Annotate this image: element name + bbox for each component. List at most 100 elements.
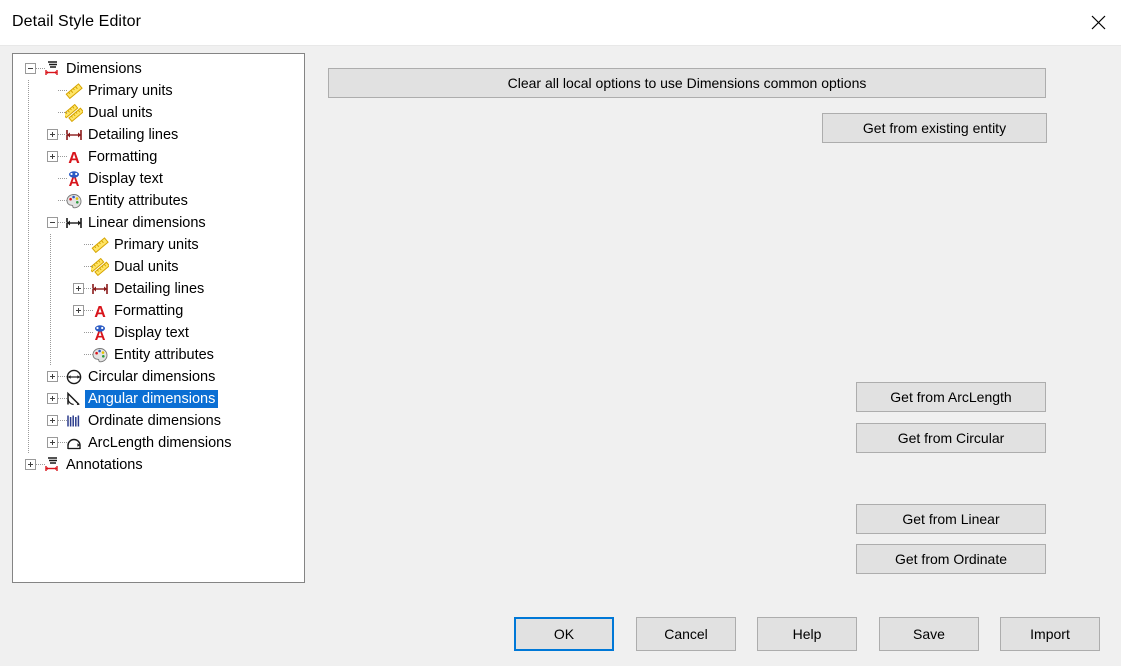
- tree-connector: [58, 222, 67, 223]
- tree-item-circular-dimensions[interactable]: Circular dimensions: [13, 366, 304, 388]
- tree-item-label: Display text: [114, 325, 189, 341]
- tree-item-primary-units[interactable]: Primary units: [13, 234, 304, 256]
- tree-indent: [13, 146, 43, 168]
- expand-box[interactable]: [47, 437, 58, 448]
- tree-item-label: ArcLength dimensions: [88, 435, 232, 451]
- tree-indent: [13, 190, 43, 212]
- tree-guide-line: [50, 322, 51, 344]
- tree-item-label: Detailing lines: [114, 281, 205, 297]
- detailing-lines-icon: [63, 124, 85, 146]
- tree-connector: [58, 134, 67, 135]
- expand-icon[interactable]: [69, 278, 93, 300]
- tree-item-label: Dimensions: [66, 61, 142, 77]
- tree-item-display-text[interactable]: A Display text: [13, 322, 304, 344]
- tree-indent: [13, 124, 43, 146]
- ordinate-dimensions-icon: [63, 410, 85, 432]
- expand-icon[interactable]: [43, 124, 67, 146]
- expand-icon[interactable]: [21, 454, 45, 476]
- get-from-existing-entity-button[interactable]: Get from existing entity: [822, 113, 1047, 143]
- tree-item-detailing-lines[interactable]: Detailing lines: [13, 124, 304, 146]
- get-from-ordinate-button[interactable]: Get from Ordinate: [856, 544, 1046, 574]
- tree-leaf-connector: [43, 168, 67, 190]
- tree-indent: [13, 432, 43, 454]
- tree-item-formatting[interactable]: A Formatting: [13, 146, 304, 168]
- clear-all-local-options-button[interactable]: Clear all local options to use Dimension…: [328, 68, 1046, 98]
- window-title: Detail Style Editor: [12, 13, 142, 30]
- expand-icon[interactable]: [43, 432, 67, 454]
- expand-icon[interactable]: [69, 300, 93, 322]
- tree-item-label: Dual units: [88, 105, 153, 121]
- tree-connector: [84, 266, 93, 267]
- tree-item-label: Primary units: [88, 83, 173, 99]
- collapse-icon[interactable]: [21, 58, 45, 80]
- arclength-dimensions-icon: [63, 432, 85, 454]
- tree-guide-line: [50, 256, 51, 278]
- collapse-icon[interactable]: [43, 212, 67, 234]
- close-button[interactable]: [1075, 0, 1121, 44]
- cancel-button[interactable]: Cancel: [636, 617, 736, 651]
- get-from-circular-button[interactable]: Get from Circular: [856, 423, 1046, 453]
- tree-item-linear-dimensions[interactable]: Linear dimensions: [13, 212, 304, 234]
- tree-item-dual-units[interactable]: Dual units: [13, 102, 304, 124]
- expand-box[interactable]: [47, 393, 58, 404]
- expand-box[interactable]: [47, 371, 58, 382]
- close-icon: [1091, 15, 1105, 29]
- expand-box[interactable]: [25, 459, 36, 470]
- tree-item-angular-dimensions[interactable]: Angular dimensions: [13, 388, 304, 410]
- tree-guide-line: [28, 366, 29, 388]
- collapse-box[interactable]: [47, 217, 58, 228]
- tree-guide-line: [50, 234, 51, 256]
- angular-dimensions-icon: [63, 388, 85, 410]
- help-button[interactable]: Help: [757, 617, 857, 651]
- expand-icon[interactable]: [43, 410, 67, 432]
- tree-connector: [58, 376, 67, 377]
- tree-leaf-connector: [69, 256, 93, 278]
- tree-connector: [84, 288, 93, 289]
- expand-icon[interactable]: [43, 146, 67, 168]
- ok-button[interactable]: OK: [514, 617, 614, 651]
- get-from-linear-button[interactable]: Get from Linear: [856, 504, 1046, 534]
- style-tree-panel[interactable]: Dimensions Primary units Dual units Detaili…: [12, 53, 305, 583]
- expand-box[interactable]: [47, 415, 58, 426]
- tree-item-dimensions[interactable]: Dimensions: [13, 58, 304, 80]
- get-from-arclength-button[interactable]: Get from ArcLength: [856, 382, 1046, 412]
- collapse-box[interactable]: [25, 63, 36, 74]
- tree-guide-line: [28, 234, 29, 256]
- formatting-a-icon: A: [63, 146, 85, 168]
- tree-guide-line: [28, 300, 29, 322]
- expand-icon[interactable]: [43, 388, 67, 410]
- tree-item-label: Formatting: [88, 149, 158, 165]
- tree-guide-line: [28, 124, 29, 146]
- tree-guide-line: [28, 322, 29, 344]
- tree-item-annotations[interactable]: Annotations: [13, 454, 304, 476]
- formatting-a-icon: A: [89, 300, 111, 322]
- tree-item-label: Ordinate dimensions: [88, 413, 221, 429]
- tree-item-label: Entity attributes: [114, 347, 214, 363]
- tree-item-primary-units[interactable]: Primary units: [13, 80, 304, 102]
- save-button[interactable]: Save: [879, 617, 979, 651]
- tree-item-label: Linear dimensions: [88, 215, 206, 231]
- tree-item-ordinate-dimensions[interactable]: Ordinate dimensions: [13, 410, 304, 432]
- tree-item-arclength-dimensions[interactable]: ArcLength dimensions: [13, 432, 304, 454]
- expand-box[interactable]: [47, 129, 58, 140]
- expand-box[interactable]: [47, 151, 58, 162]
- tree-item-formatting[interactable]: A Formatting: [13, 300, 304, 322]
- tree-connector: [58, 90, 67, 91]
- tree-indent: [13, 278, 69, 300]
- tree-item-entity-attributes[interactable]: Entity attributes: [13, 344, 304, 366]
- tree-connector: [36, 68, 45, 69]
- tree-item-label: Angular dimensions: [85, 390, 219, 408]
- tree-item-detailing-lines[interactable]: Detailing lines: [13, 278, 304, 300]
- tree-item-entity-attributes[interactable]: Entity attributes: [13, 190, 304, 212]
- expand-box[interactable]: [73, 283, 84, 294]
- style-tree[interactable]: Dimensions Primary units Dual units Detaili…: [13, 54, 304, 476]
- expand-icon[interactable]: [43, 366, 67, 388]
- annotations-icon: [41, 454, 63, 476]
- import-button[interactable]: Import: [1000, 617, 1100, 651]
- tree-item-dual-units[interactable]: Dual units: [13, 256, 304, 278]
- expand-box[interactable]: [73, 305, 84, 316]
- tree-indent: [13, 366, 43, 388]
- tree-indent: [13, 344, 69, 366]
- tree-item-display-text[interactable]: A Display text: [13, 168, 304, 190]
- tree-guide-line: [28, 410, 29, 432]
